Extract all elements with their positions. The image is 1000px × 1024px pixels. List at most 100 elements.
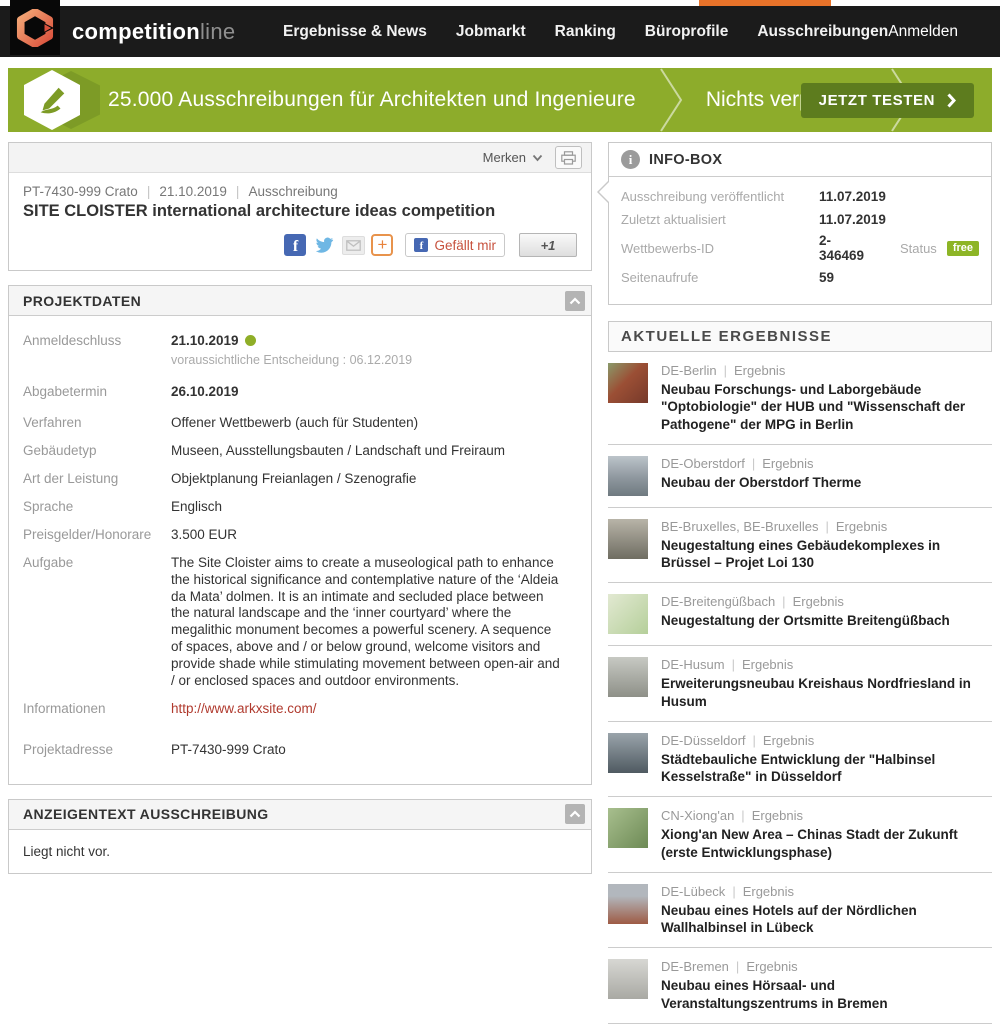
email-share-icon[interactable] — [342, 236, 365, 255]
nav-item-bueroprofile[interactable]: Büroprofile — [645, 23, 729, 41]
result-tag: Ergebnis — [836, 519, 887, 534]
result-location: DE-Düsseldorf — [661, 733, 746, 748]
result-tag: Ergebnis — [734, 363, 785, 378]
printer-icon — [561, 151, 576, 165]
field-verfahren: Verfahren Offener Wettbewerb (auch für S… — [23, 415, 577, 432]
field-value: 21.10.2019 — [171, 333, 239, 348]
anzeigentext-body: Liegt nicht vor. — [9, 830, 591, 873]
top-navbar: competitionline Ergebnisse & News Jobmar… — [0, 6, 1000, 57]
result-item[interactable]: DE-Lübeck|Ergebnis Neubau eines Hotels a… — [608, 873, 992, 949]
info-value: 11.07.2019 — [819, 189, 886, 204]
deadline-status-dot — [245, 335, 256, 346]
logo[interactable] — [10, 0, 60, 55]
result-item[interactable]: CN-Xiong'an|Ergebnis Xiong'an New Area –… — [608, 797, 992, 873]
field-value: Museen, Ausstellungsbauten / Landschaft … — [171, 443, 505, 460]
result-title: Neugestaltung der Ortsmitte Breitengüßba… — [661, 612, 950, 629]
field-label: Verfahren — [23, 415, 171, 432]
field-label: Projektadresse — [23, 742, 171, 759]
result-title: Städtebauliche Entwicklung der "Halbinse… — [661, 751, 990, 786]
field-label: Anmeldeschluss — [23, 333, 171, 369]
merken-label: Merken — [483, 150, 526, 165]
anzeigentext-header: ANZEIGENTEXT AUSSCHREIBUNG — [9, 800, 591, 830]
twitter-share-icon[interactable] — [312, 234, 336, 256]
nav-item-ergebnisse-news[interactable]: Ergebnisse & News — [283, 23, 427, 41]
social-bar: f + f Gefällt mir +1 — [23, 233, 577, 257]
chevron-up-icon — [569, 810, 581, 818]
facebook-icon: f — [414, 238, 428, 252]
info-box-title: INFO-BOX — [649, 152, 722, 168]
cta-arrow-icon — [947, 93, 956, 108]
collapse-button[interactable] — [565, 804, 585, 824]
result-item[interactable]: DE-Oberstdorf|Ergebnis Neubau der Oberst… — [608, 445, 992, 508]
nav-item-jobmarkt[interactable]: Jobmarkt — [456, 23, 526, 41]
section-title: ANZEIGENTEXT AUSSCHREIBUNG — [23, 806, 269, 822]
aktuelle-ergebnisse: AKTUELLE ERGEBNISSE DE-Berlin|Ergebnis N… — [608, 321, 992, 1024]
brand-bold: competition — [72, 19, 200, 45]
field-preisgelder: Preisgelder/Honorare 3.500 EUR — [23, 527, 577, 544]
project-id: PT-7430-999 Crato — [23, 184, 138, 199]
field-informationen: Informationen http://www.arkxsite.com/ — [23, 701, 577, 718]
result-title: Neubau der Oberstdorf Therme — [661, 474, 861, 491]
field-value: Objektplanung Freianlagen / Szenografie — [171, 471, 416, 488]
field-aufgabe: Aufgabe The Site Cloister aims to create… — [23, 555, 577, 690]
result-title: Xiong'an New Area – Chinas Stadt der Zuk… — [661, 826, 990, 861]
collapse-button[interactable] — [565, 291, 585, 311]
share-more-icon[interactable]: + — [371, 234, 393, 256]
result-item[interactable]: DE-Breitengüßbach|Ergebnis Neugestaltung… — [608, 583, 992, 646]
info-box-header: i INFO-BOX — [609, 143, 991, 177]
result-item[interactable]: DE-Düsseldorf|Ergebnis Städtebauliche En… — [608, 722, 992, 798]
result-item[interactable]: BE-Bruxelles, BE-Bruxelles|Ergebnis Neug… — [608, 508, 992, 584]
result-thumbnail — [608, 594, 648, 634]
print-button[interactable] — [555, 146, 582, 169]
field-label: Abgabetermin — [23, 384, 171, 401]
field-label: Preisgelder/Honorare — [23, 527, 171, 544]
field-art-der-leistung: Art der Leistung Objektplanung Freianlag… — [23, 471, 577, 488]
result-location: DE-Oberstdorf — [661, 456, 745, 471]
result-title: Neubau eines Hörsaal- und Veranstaltungs… — [661, 977, 990, 1012]
result-item[interactable]: DE-Husum|Ergebnis Erweiterungsneubau Kre… — [608, 646, 992, 722]
info-value: 59 — [819, 270, 834, 285]
result-tag: Ergebnis — [752, 808, 803, 823]
jetzt-testen-button[interactable]: JETZT TESTEN — [801, 83, 974, 118]
info-value: 11.07.2019 — [819, 212, 886, 227]
info-label: Zuletzt aktualisiert — [621, 212, 819, 227]
brand-wordmark[interactable]: competitionline — [72, 6, 235, 57]
result-tag: Ergebnis — [743, 884, 794, 899]
brand-light: line — [200, 19, 235, 45]
result-thumbnail — [608, 959, 648, 999]
info-icon: i — [621, 150, 640, 169]
result-thumbnail — [608, 363, 648, 403]
merken-dropdown[interactable]: Merken — [483, 150, 543, 165]
result-tag: Ergebnis — [763, 733, 814, 748]
info-row-veroeffentlicht: Ausschreibung veröffentlicht 11.07.2019 — [621, 187, 979, 205]
field-label: Art der Leistung — [23, 471, 171, 488]
website-link[interactable]: http://www.arkxsite.com/ — [171, 701, 317, 718]
nav-links: Ergebnisse & News Jobmarkt Ranking Bürop… — [283, 23, 888, 41]
field-value: The Site Cloister aims to create a museo… — [171, 555, 565, 690]
nav-item-ausschreibungen[interactable]: Ausschreibungen — [757, 23, 888, 41]
login-link[interactable]: Anmelden — [888, 23, 958, 41]
nav-item-ranking[interactable]: Ranking — [555, 23, 616, 41]
result-title: Neubau eines Hotels auf der Nördlichen W… — [661, 902, 990, 937]
result-location: DE-Lübeck — [661, 884, 725, 899]
field-anmeldeschluss: Anmeldeschluss 21.10.2019 voraussichtlic… — [23, 333, 577, 369]
result-item[interactable]: DE-Berlin|Ergebnis Neubau Forschungs- un… — [608, 352, 992, 445]
result-item[interactable]: DE-Bremen|Ergebnis Neubau eines Hörsaal-… — [608, 948, 992, 1024]
field-label: Aufgabe — [23, 555, 171, 690]
field-sprache: Sprache Englisch — [23, 499, 577, 516]
result-location: DE-Husum — [661, 657, 725, 672]
logo-hexagon-icon — [16, 9, 54, 47]
promo-banner: 25.000 Ausschreibungen für Architekten u… — [8, 68, 992, 132]
section-title: PROJEKTDATEN — [23, 293, 141, 309]
facebook-like-button[interactable]: f Gefällt mir — [405, 233, 505, 257]
result-location: DE-Bremen — [661, 959, 729, 974]
status-badge: free — [947, 241, 979, 256]
entry-type: Ausschreibung — [248, 184, 337, 199]
article-meta: PT-7430-999 Crato|21.10.2019|Ausschreibu… — [23, 184, 577, 199]
result-thumbnail — [608, 519, 648, 559]
info-value: 2-346469 — [819, 233, 870, 263]
google-plusone-button[interactable]: +1 — [519, 233, 577, 257]
facebook-share-icon[interactable]: f — [284, 234, 306, 256]
result-location: DE-Berlin — [661, 363, 717, 378]
field-value: Offener Wettbewerb (auch für Studenten) — [171, 415, 418, 432]
